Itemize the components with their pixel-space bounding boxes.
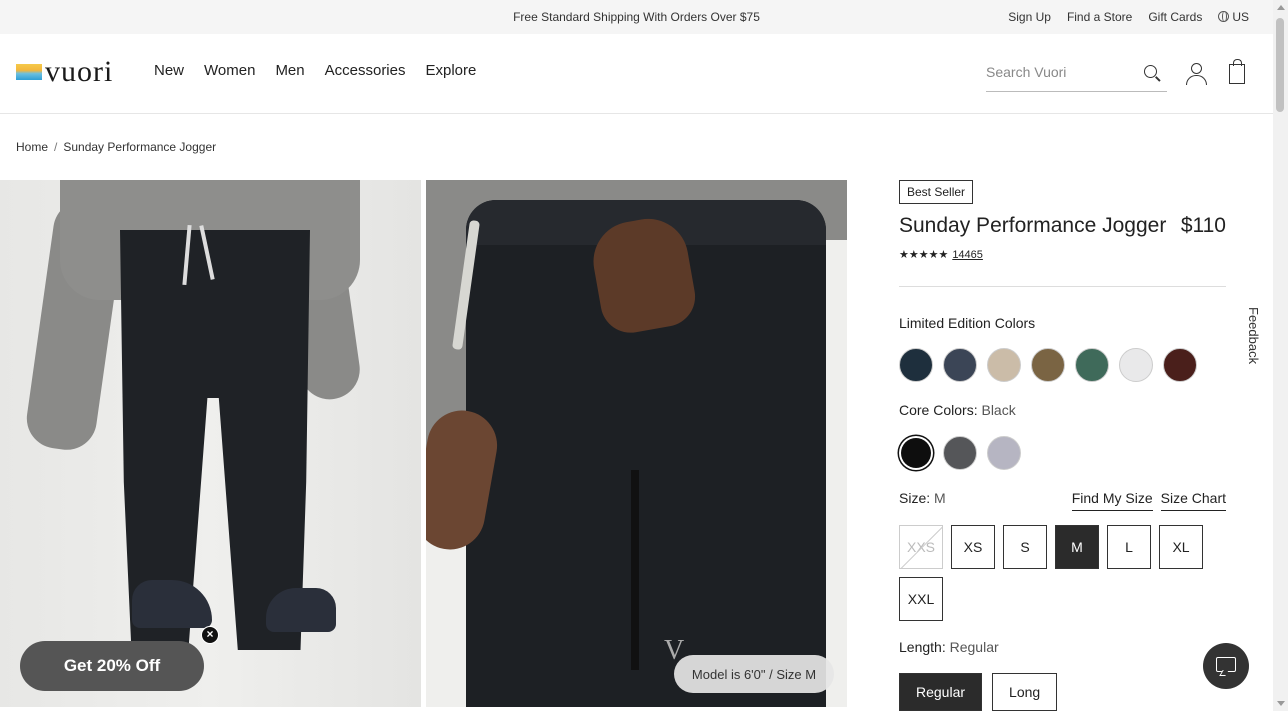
scrollbar-thumb[interactable] <box>1276 18 1284 112</box>
breadcrumb: Home / Sunday Performance Jogger <box>16 140 216 154</box>
utility-links: Sign Up Find a Store Gift Cards US <box>1008 10 1249 24</box>
logo-mark <box>16 64 42 80</box>
best-seller-badge: Best Seller <box>899 180 974 204</box>
size-option-xl[interactable]: XL <box>1159 525 1203 569</box>
length-title: Length: <box>899 639 946 655</box>
length-options: Regular Long <box>899 673 1058 711</box>
product-image-detail[interactable]: V <box>426 180 847 707</box>
size-option-m[interactable]: M <box>1055 525 1099 569</box>
logo-text: vuori <box>45 55 114 88</box>
vuori-logo[interactable]: vuori <box>16 55 114 88</box>
limited-color-swatch[interactable] <box>1075 348 1109 382</box>
shopping-bag-icon[interactable] <box>1229 59 1245 84</box>
size-option-xs[interactable]: XS <box>951 525 995 569</box>
limited-colors-label: Limited Edition Colors <box>899 315 1036 331</box>
length-option-long[interactable]: Long <box>992 673 1058 711</box>
core-colors-title: Core Colors: <box>899 402 978 418</box>
limited-color-swatch[interactable] <box>987 348 1021 382</box>
search-box <box>986 58 1167 92</box>
feedback-tab[interactable]: Feedback <box>1246 307 1261 364</box>
core-colors-label: Core Colors: Black <box>899 402 1016 418</box>
promo-bar: Free Standard Shipping With Orders Over … <box>0 0 1273 34</box>
nav-women[interactable]: Women <box>204 62 255 79</box>
breadcrumb-current: Sunday Performance Jogger <box>63 140 217 154</box>
size-option-s[interactable]: S <box>1003 525 1047 569</box>
limited-color-swatch[interactable] <box>1031 348 1065 382</box>
size-option-l[interactable]: L <box>1107 525 1151 569</box>
size-chart-link[interactable]: Size Chart <box>1160 490 1226 511</box>
chat-icon <box>1216 657 1236 672</box>
star-rating-icon: ★★★★★ <box>899 249 949 261</box>
size-label: Size: M <box>899 490 946 506</box>
size-options: XXS XS S M L XL XXL <box>899 525 1209 621</box>
nav-explore[interactable]: Explore <box>425 62 476 79</box>
size-option-xxl[interactable]: XXL <box>899 577 943 621</box>
size-option-xxs[interactable]: XXS <box>899 525 943 569</box>
nav-men[interactable]: Men <box>275 62 304 79</box>
scroll-down-arrow-icon[interactable] <box>1277 701 1285 706</box>
search-input[interactable] <box>986 58 1136 86</box>
region-selector[interactable]: US <box>1218 10 1249 24</box>
core-color-swatch[interactable] <box>901 438 931 468</box>
close-icon[interactable]: × <box>201 626 219 644</box>
core-color-swatch[interactable] <box>987 436 1021 470</box>
limited-color-swatch[interactable] <box>899 348 933 382</box>
core-color-swatch[interactable] <box>943 436 977 470</box>
nav-accessories[interactable]: Accessories <box>325 62 406 79</box>
size-links: Find My Size Size Chart <box>1071 490 1226 511</box>
limited-color-swatch[interactable] <box>1119 348 1153 382</box>
limited-color-swatch[interactable] <box>943 348 977 382</box>
size-value: M <box>934 490 946 506</box>
find-store-link[interactable]: Find a Store <box>1067 10 1132 24</box>
model-info-pill: Model is 6'0" / Size M <box>674 655 834 693</box>
scrollbar[interactable] <box>1273 0 1288 711</box>
main-nav: New Women Men Accessories Explore <box>154 62 476 79</box>
scroll-up-arrow-icon[interactable] <box>1277 5 1285 10</box>
region-label: US <box>1232 10 1249 24</box>
site-header: vuori New Women Men Accessories Explore <box>0 34 1273 114</box>
breadcrumb-separator: / <box>54 140 58 154</box>
product-price: $110 <box>1180 214 1226 237</box>
limited-color-swatch[interactable] <box>1163 348 1197 382</box>
globe-icon <box>1218 11 1230 22</box>
search-icon[interactable] <box>1144 65 1157 78</box>
length-value: Regular <box>949 639 999 655</box>
length-label: Length: Regular <box>899 639 999 655</box>
product-rating[interactable]: ★★★★★ 14465 <box>899 248 983 262</box>
review-count-link[interactable]: 14465 <box>952 249 983 261</box>
chat-button[interactable] <box>1203 643 1249 689</box>
account-icon[interactable] <box>1186 63 1207 85</box>
nav-new[interactable]: New <box>154 62 184 79</box>
core-colors-value: Black <box>981 402 1016 418</box>
core-color-swatches <box>899 436 1021 470</box>
length-option-regular[interactable]: Regular <box>899 673 983 711</box>
size-title: Size: <box>899 490 931 506</box>
find-my-size-link[interactable]: Find My Size <box>1071 490 1153 511</box>
sign-up-link[interactable]: Sign Up <box>1008 10 1051 24</box>
breadcrumb-home[interactable]: Home <box>16 140 48 154</box>
divider <box>899 286 1226 287</box>
limited-color-swatches <box>899 348 1197 382</box>
discount-promo-button[interactable]: Get 20% Off <box>20 641 204 691</box>
product-title: Sunday Performance Jogger <box>899 214 1167 237</box>
gift-cards-link[interactable]: Gift Cards <box>1148 10 1202 24</box>
